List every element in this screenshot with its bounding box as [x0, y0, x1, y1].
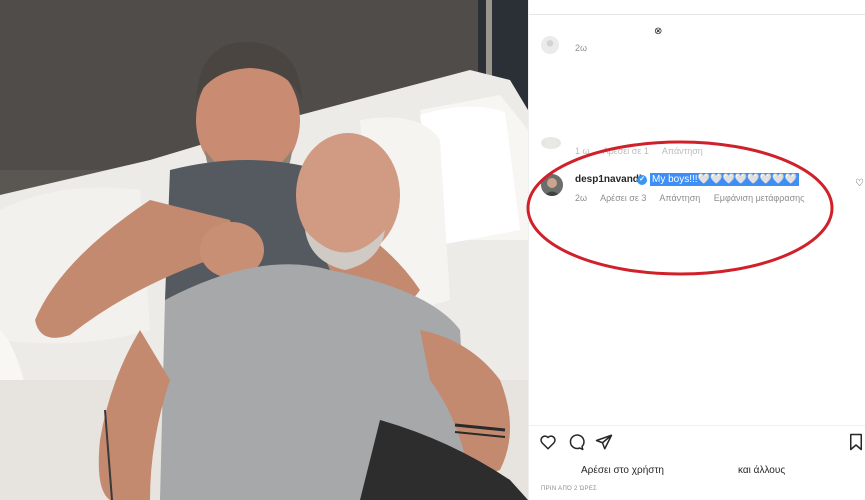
- comment-time: 1 ω: [575, 146, 590, 156]
- photo-illustration: [0, 0, 528, 500]
- heart-small-icon[interactable]: ♡: [855, 178, 864, 189]
- post-timestamp: ΠΡΙΝ ΑΠΌ 2 ΏΡΕΣ: [541, 486, 598, 492]
- reply-indicator-icon: ⊗: [654, 26, 663, 37]
- comment-icon[interactable]: [567, 433, 585, 451]
- comment-meta: 2ω Αρέσει σε 3 Απάντηση Εμφάνιση μετάφρα…: [575, 193, 815, 203]
- avatar-desp1navandi[interactable]: [541, 174, 563, 196]
- likes-by-user[interactable]: Αρέσει στο χρήστη: [581, 465, 664, 476]
- panel-divider: [529, 14, 865, 15]
- comment-likes[interactable]: Αρέσει σε 1: [603, 146, 649, 156]
- comment-meta: 1 ω Αρέσει σε 1 Απάντηση: [575, 146, 714, 156]
- avatar[interactable]: [541, 137, 561, 149]
- comment-time: 2ω: [575, 193, 588, 203]
- actions-divider: [528, 425, 865, 426]
- heart-icon[interactable]: [539, 433, 557, 451]
- avatar[interactable]: [541, 36, 559, 54]
- reply-link[interactable]: Απάντηση: [659, 193, 700, 203]
- comment-time: 2ω: [575, 43, 588, 53]
- bookmark-icon[interactable]: [847, 433, 865, 451]
- comment-text: My boys!!!🤍🤍🤍🤍🤍🤍🤍🤍: [650, 173, 800, 186]
- comment-username[interactable]: desp1navandi: [575, 174, 642, 185]
- share-icon[interactable]: [595, 433, 613, 451]
- comment-meta: 2ω: [575, 43, 598, 53]
- verified-badge-icon: ✓: [637, 175, 647, 185]
- reply-link[interactable]: Απάντηση: [662, 146, 703, 156]
- translate-link[interactable]: Εμφάνιση μετάφρασης: [714, 193, 805, 203]
- post-photo[interactable]: [0, 0, 528, 500]
- likes-others[interactable]: και άλλους: [738, 465, 785, 476]
- comment-likes[interactable]: Αρέσει σε 3: [600, 193, 646, 203]
